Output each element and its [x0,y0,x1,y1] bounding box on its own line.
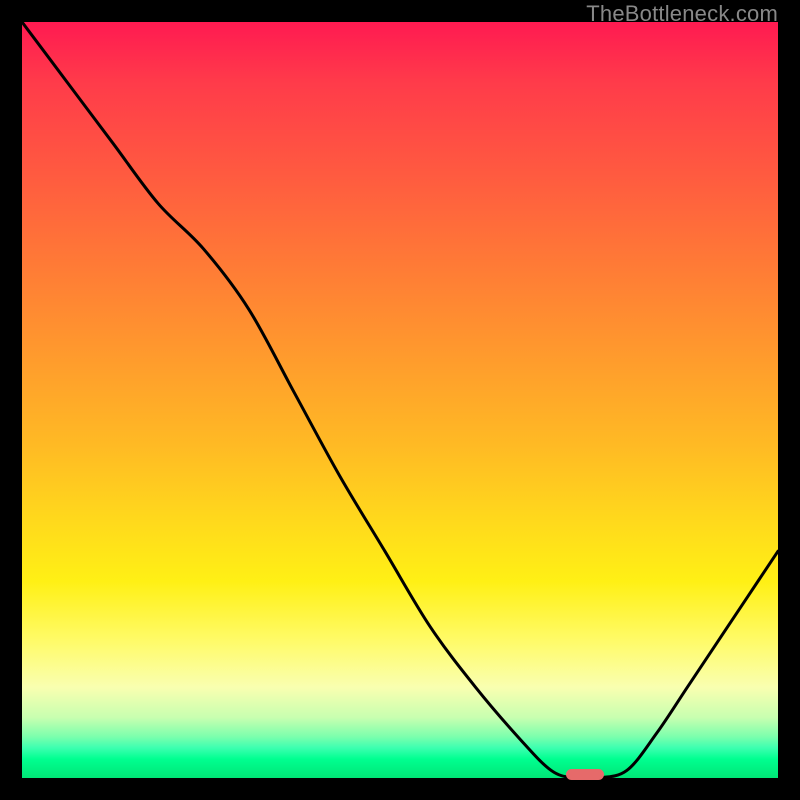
plot-area [22,22,778,778]
bottleneck-curve [22,22,778,778]
chart-frame: TheBottleneck.com [0,0,800,800]
curve-path [22,22,778,778]
optimal-marker [566,769,604,780]
